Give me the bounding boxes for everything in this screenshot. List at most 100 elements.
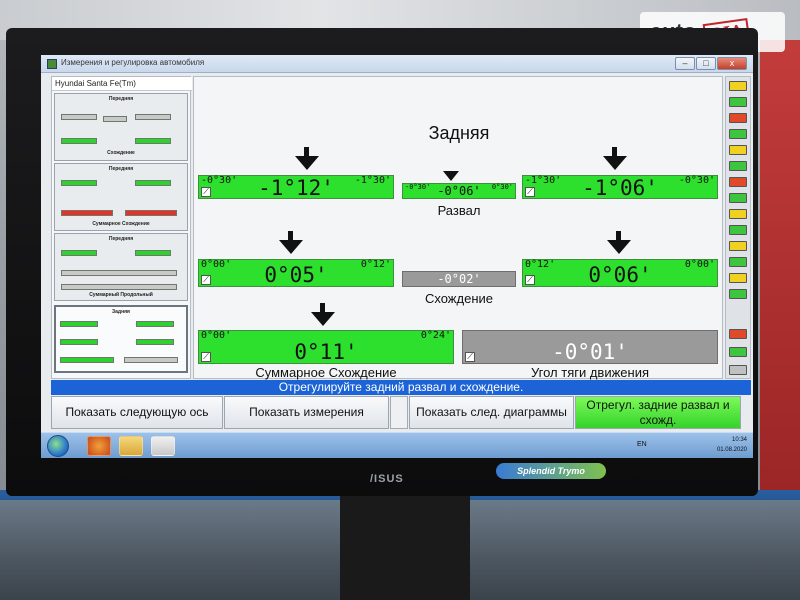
camber-cross-gauge: -0°30' 0°30' -0°06': [402, 183, 516, 199]
thumb-bar: [61, 138, 97, 144]
thumbnail-label: Передняя: [108, 236, 134, 242]
camber-right-value: -1°06': [582, 176, 658, 200]
tool-icon[interactable]: [729, 161, 747, 171]
tool-icon[interactable]: [729, 289, 747, 299]
language-indicator[interactable]: EN: [637, 441, 647, 448]
wrench-icon: ⟋: [525, 187, 535, 197]
toe-left-gauge: 0°00' 0°12' 0°05' ⟋: [198, 259, 394, 287]
toe-right-gauge: 0°12' 0°00' 0°06' ⟋: [522, 259, 718, 287]
thumbnail-sub: Суммарный Продольный: [89, 292, 153, 298]
next-axle-button[interactable]: Показать следующую ось: [51, 396, 223, 429]
tool-icon[interactable]: [729, 113, 747, 123]
thumb-bar: [61, 270, 177, 276]
tool-icon[interactable]: [729, 347, 747, 357]
thrust-angle-gauge: -0°01' ⟋: [462, 330, 718, 364]
tool-icon[interactable]: [729, 273, 747, 283]
camber-left-gauge: -0°30' -1°30' -1°12' ⟋: [198, 175, 394, 200]
thumb-bar: [135, 250, 171, 256]
thumb-bar: [124, 357, 178, 363]
wrench-icon: ⟋: [201, 352, 211, 362]
tool-icon[interactable]: [729, 145, 747, 155]
thumb-bar: [136, 321, 174, 327]
wrench-icon: ⟋: [201, 187, 211, 197]
thumb-bar: [61, 180, 97, 186]
clock-date: 01.08.2020: [716, 447, 747, 453]
thumbnail-front-caster[interactable]: Передняя Суммарный Продольный: [54, 233, 188, 301]
instruction-bar: Отрегулируйте задний развал и схождение.: [51, 380, 751, 395]
tool-icon[interactable]: [729, 81, 747, 91]
thumbnail-sub: Схождение: [107, 150, 135, 156]
camber-right-gauge: -1°30' -0°30' -1°06' ⟋: [522, 175, 718, 200]
firefox-icon[interactable]: [87, 436, 111, 456]
toe-cross-value: -0°02': [437, 272, 481, 286]
thumbnail-front-toe[interactable]: Передняя Суммарное Схождение: [54, 163, 188, 231]
show-measurements-button[interactable]: Показать измерения: [224, 396, 389, 429]
wrench-icon: ⟋: [465, 352, 475, 362]
screen: Измерения и регулировка автомобиля – □ x…: [41, 55, 753, 458]
camber-cross-value: -0°06': [437, 184, 481, 198]
thrust-angle-caption: Угол тяги движения: [530, 365, 650, 380]
monitor-brand-logo: /ISUS: [370, 473, 404, 485]
thumbnail-rear-active[interactable]: Задняя: [54, 305, 188, 373]
thumb-bar: [125, 210, 177, 216]
tool-icon[interactable]: [729, 329, 747, 339]
adjust-rear-button[interactable]: Отрегул. задние развал и схожд.: [575, 396, 741, 429]
thumbnail-front-camber[interactable]: Передняя Схождение: [54, 93, 188, 161]
window-title: Измерения и регулировка автомобиля: [61, 58, 205, 67]
thumb-bar: [60, 321, 98, 327]
folder-icon[interactable]: [119, 436, 143, 456]
tool-icon[interactable]: [729, 177, 747, 187]
total-toe-caption: Суммарное Схождение: [255, 365, 397, 380]
toe-left-value: 0°05': [264, 263, 328, 287]
diagram-thumbnails-panel: Hyundai Santa Fe(Tm) Передняя Схождение …: [51, 76, 192, 379]
minimize-button[interactable]: –: [675, 57, 695, 70]
start-button-icon[interactable]: [47, 435, 69, 457]
thumb-bar: [135, 114, 171, 120]
camber-cross-pointer: [443, 171, 459, 181]
thumb-bar: [60, 339, 98, 345]
vehicle-name: Hyundai Santa Fe(Tm): [52, 77, 192, 91]
camber-left-pointer: [295, 156, 319, 170]
thumbnail-label: Задняя: [112, 309, 130, 315]
tool-icon[interactable]: [729, 257, 747, 267]
toe-left-pointer: [279, 240, 303, 254]
app-icon: [47, 59, 57, 69]
thumb-bar: [135, 180, 171, 186]
maximize-button[interactable]: □: [696, 57, 716, 70]
tool-icon[interactable]: [729, 97, 747, 107]
tool-icon[interactable]: [729, 225, 747, 235]
thumb-bar: [136, 339, 174, 345]
tool-icon[interactable]: [729, 241, 747, 251]
thumb-bar: [61, 114, 97, 120]
tool-icon[interactable]: [729, 129, 747, 139]
toe-right-pointer: [607, 240, 631, 254]
thumb-bar: [61, 284, 177, 290]
monitor-stand: [340, 496, 470, 600]
alignment-app-icon[interactable]: [151, 436, 175, 456]
background-wall-right: [760, 40, 800, 500]
clock-time: 10:34: [731, 437, 747, 443]
close-button[interactable]: x: [717, 57, 747, 70]
measurement-pane: Задняя -0°30' -1°30' -1°12' ⟋ -0°30' 0°3…: [193, 76, 723, 380]
thumb-bar: [60, 357, 114, 363]
windows-taskbar: EN 10:34 01.08.2020: [41, 432, 753, 458]
axle-heading: Задняя: [428, 123, 490, 143]
zoom-control[interactable]: [390, 396, 408, 429]
thumb-bar: [135, 138, 171, 144]
thumb-bar: [103, 116, 127, 122]
wrench-icon: ⟋: [201, 275, 211, 285]
tool-icon[interactable]: [729, 193, 747, 203]
camber-caption: Развал: [437, 203, 481, 218]
splendid-badge: Splendid Trymo: [496, 463, 606, 479]
camber-right-pointer: [603, 156, 627, 170]
system-clock[interactable]: 10:34 01.08.2020: [717, 435, 747, 455]
tool-icon[interactable]: [729, 209, 747, 219]
thumb-bar: [61, 250, 97, 256]
right-toolbar: [725, 76, 751, 379]
tool-icon[interactable]: [729, 365, 747, 375]
window-titlebar: Измерения и регулировка автомобиля – □ x: [41, 55, 753, 73]
total-toe-pointer: [311, 312, 335, 326]
wrench-icon: ⟋: [525, 275, 535, 285]
thumbnail-label: Передняя: [108, 96, 134, 102]
next-diagram-button[interactable]: Показать след. диаграммы: [409, 396, 574, 429]
